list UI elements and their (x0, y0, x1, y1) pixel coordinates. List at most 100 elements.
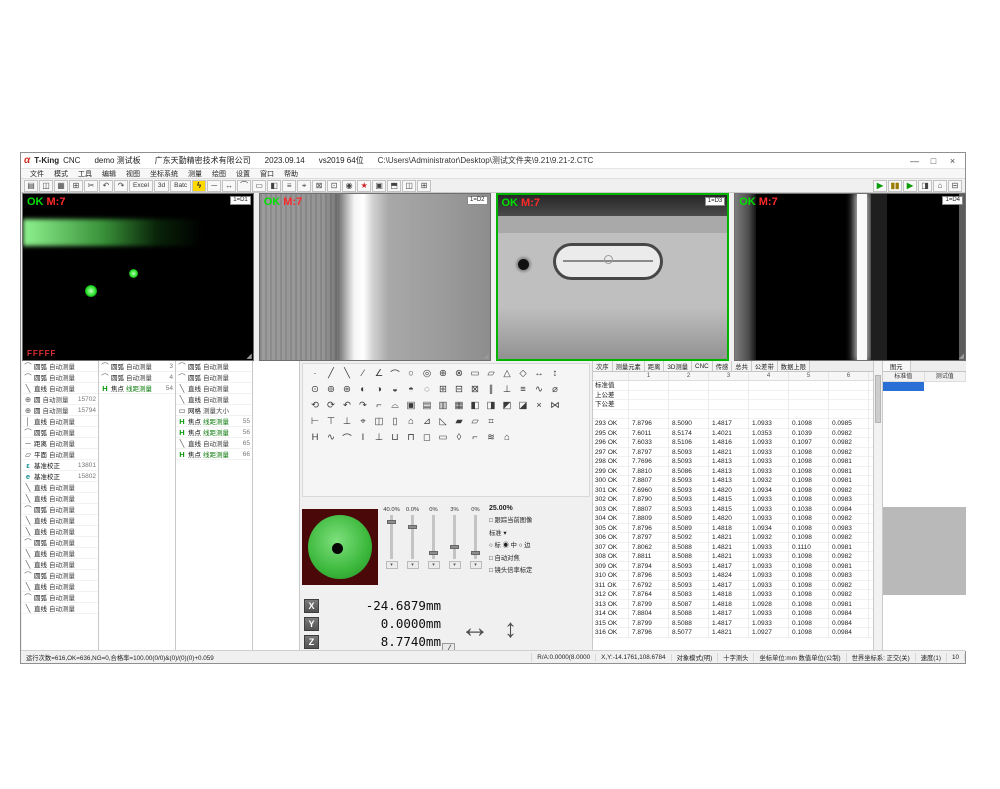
table-row[interactable]: 301OK 7.6960 8.5093 1.4820 1.0934 0.1098… (593, 486, 873, 496)
list-item[interactable]: H 焦点 线距测量 55 (176, 416, 252, 427)
list-item[interactable]: ⌒ 圆弧 自动测量 (22, 592, 98, 603)
option-line[interactable]: □ 镜头倍率标定 (489, 565, 590, 574)
geometry-tool-icon[interactable]: ⊛ (339, 383, 355, 396)
geometry-tool-icon[interactable]: ⊟ (451, 383, 467, 396)
table-row[interactable]: 293OK 7.8796 8.5090 1.4817 1.0933 0.1098… (593, 419, 873, 429)
slider-track[interactable] (411, 515, 414, 559)
geometry-tool-icon[interactable]: ⊔ (387, 431, 403, 444)
jog-vertical-icon[interactable]: ↕ (504, 615, 517, 641)
table-tab[interactable]: 公差带 (752, 361, 778, 371)
geometry-tool-icon[interactable]: ◩ (499, 399, 515, 412)
geometry-tool-icon[interactable]: ↕ (547, 367, 563, 380)
geometry-tool-icon[interactable]: ⌖ (355, 415, 371, 428)
geometry-tool-icon[interactable]: ⟲ (307, 399, 323, 412)
menu-item[interactable]: 坐标系统 (145, 169, 183, 179)
toolbar-icon[interactable]: ⊞ (69, 180, 83, 192)
geometry-tool-icon[interactable]: ⊿ (419, 415, 435, 428)
table-tab[interactable]: 传感 (713, 361, 733, 371)
geometry-tool-icon[interactable]: ▯ (387, 415, 403, 428)
geometry-tool-icon[interactable]: ◐ (355, 383, 371, 396)
geometry-tool-icon[interactable]: ⌂ (403, 415, 419, 428)
slider-thumb[interactable] (408, 525, 417, 529)
table-row[interactable]: 296OK 7.6033 8.5106 1.4816 1.0933 0.1097… (593, 438, 873, 448)
geometry-tool-icon[interactable]: ╱ (323, 367, 339, 380)
geometry-tool-icon[interactable]: ∿ (531, 383, 547, 396)
geometry-tool-icon[interactable]: · (307, 367, 323, 380)
table-row[interactable]: 313OK 7.8799 8.5087 1.4818 1.0928 0.1098… (593, 600, 873, 610)
list-item[interactable]: ╲ 直线 自动测量 (22, 581, 98, 592)
axis-zero-button[interactable]: Y (304, 617, 319, 631)
toolbar-icon[interactable]: ◉ (342, 180, 356, 192)
toolbar-icon[interactable]: ◨ (918, 180, 932, 192)
toolbar-icon[interactable]: ✂ (84, 180, 98, 192)
geometry-tool-icon[interactable]: ⌒ (339, 431, 355, 444)
list-item[interactable]: ╲ 直线 自动测量 (22, 548, 98, 559)
camera-view-3-selected[interactable]: OKM:7 1=D3 ◢ (496, 193, 730, 361)
menu-item[interactable]: 设置 (231, 169, 255, 179)
list-item[interactable]: ╲ 直线 自动测量 (22, 559, 98, 570)
geometry-tool-icon[interactable]: ∕ (355, 367, 371, 380)
toolbar-icon[interactable]: ▤ (24, 180, 38, 192)
geometry-tool-icon[interactable]: ◓ (403, 383, 419, 396)
toolbar-icon[interactable]: ↷ (114, 180, 128, 192)
geometry-tool-icon[interactable]: ≋ (483, 431, 499, 444)
list-item[interactable]: ▱ 平面 自动测量 (22, 449, 98, 460)
list-item[interactable]: │ 直线 自动测量 (22, 416, 98, 427)
geometry-tool-icon[interactable]: ◧ (467, 399, 483, 412)
axis-zero-button[interactable]: X (304, 599, 319, 613)
menu-item[interactable]: 文件 (25, 169, 49, 179)
geometry-tool-icon[interactable]: ◨ (483, 399, 499, 412)
toolbar-icon[interactable]: ⊠ (312, 180, 326, 192)
toolbar-icon[interactable]: ⌂ (933, 180, 947, 192)
list-item[interactable]: ╲ 直线 自动测量 65 (176, 438, 252, 449)
table-row[interactable] (593, 410, 873, 420)
geometry-tool-icon[interactable]: ∿ (323, 431, 339, 444)
toolbar-icon[interactable]: ↶ (99, 180, 113, 192)
list-item[interactable]: ╲ 直线 自动测量 (22, 482, 98, 493)
geometry-tool-icon[interactable]: ↔ (531, 367, 547, 380)
list-item[interactable]: H 焦点 线距测量 54 (99, 383, 175, 394)
camera-view-4[interactable]: OKM:7 1=D4 ◢ (734, 193, 966, 361)
geometry-tool-icon[interactable]: ⊥ (371, 431, 387, 444)
table-row[interactable]: 307OK 7.8062 8.5088 1.4821 1.0933 0.1110… (593, 543, 873, 553)
table-tab[interactable]: 次序 (593, 361, 613, 371)
geometry-tool-icon[interactable]: ⊓ (403, 431, 419, 444)
toolbar-icon[interactable]: ─ (207, 180, 221, 192)
table-row[interactable]: 309OK 7.8794 8.5093 1.4817 1.0933 0.1098… (593, 562, 873, 572)
option-line[interactable]: □ 自动对焦 (489, 553, 590, 562)
toolbar-text-button[interactable]: 3d (154, 180, 169, 192)
list-item[interactable]: H 焦点 线距测量 66 (176, 449, 252, 460)
geometry-tool-icon[interactable]: ▱ (467, 415, 483, 428)
menu-item[interactable]: 测量 (183, 169, 207, 179)
menu-item[interactable]: 帮助 (279, 169, 303, 179)
slider-thumb[interactable] (429, 551, 438, 555)
slider-spinner[interactable]: ▾ (386, 561, 398, 569)
camera-view-2[interactable]: OKM:7 1=D2 ◢ (259, 193, 491, 361)
menu-item[interactable]: 绘图 (207, 169, 231, 179)
pause-icon[interactable]: ▮▮ (888, 180, 902, 192)
table-row[interactable]: 297OK 7.8797 8.5093 1.4821 1.0933 0.1098… (593, 448, 873, 458)
toolbar-icon[interactable]: ⌖ (297, 180, 311, 192)
geometry-tool-icon[interactable]: ⊚ (323, 383, 339, 396)
geometry-tool-icon[interactable]: ≡ (515, 383, 531, 396)
table-row[interactable]: 303OK 7.8807 8.5093 1.4815 1.0933 0.1038… (593, 505, 873, 515)
geometry-tool-icon[interactable]: ⌐ (467, 431, 483, 444)
list-item[interactable]: ⊕ 圆 自动测量 15794 (22, 405, 98, 416)
resize-grip-icon[interactable]: ◢ (483, 352, 488, 360)
toolbar-icon[interactable]: ⊡ (327, 180, 341, 192)
option-line[interactable]: □ 跟踪当前图像 (489, 515, 590, 524)
geometry-tool-icon[interactable]: ⌗ (483, 415, 499, 428)
list-item[interactable]: ⌒ 圆弧 自动测量 (22, 537, 98, 548)
geometry-tool-icon[interactable]: ◺ (435, 415, 451, 428)
menu-item[interactable]: 工具 (73, 169, 97, 179)
table-row[interactable]: 308OK 7.8811 8.5088 1.4821 1.0933 0.1098… (593, 552, 873, 562)
table-row[interactable]: 299OK 7.8810 8.5086 1.4813 1.0933 0.1098… (593, 467, 873, 477)
geometry-tool-icon[interactable]: ◇ (515, 367, 531, 380)
toolbar-text-button[interactable]: Batc (170, 180, 191, 192)
geometry-tool-icon[interactable]: ∥ (483, 383, 499, 396)
geometry-tool-icon[interactable]: ▰ (451, 415, 467, 428)
geometry-tool-icon[interactable]: ▭ (467, 367, 483, 380)
run-play-icon[interactable]: ▶ (873, 180, 887, 192)
table-row[interactable]: 295OK 7.6011 8.5174 1.4021 1.0353 0.1039… (593, 429, 873, 439)
table-row[interactable]: 311OK 7.6792 8.5093 1.4817 1.0933 0.1098… (593, 581, 873, 591)
